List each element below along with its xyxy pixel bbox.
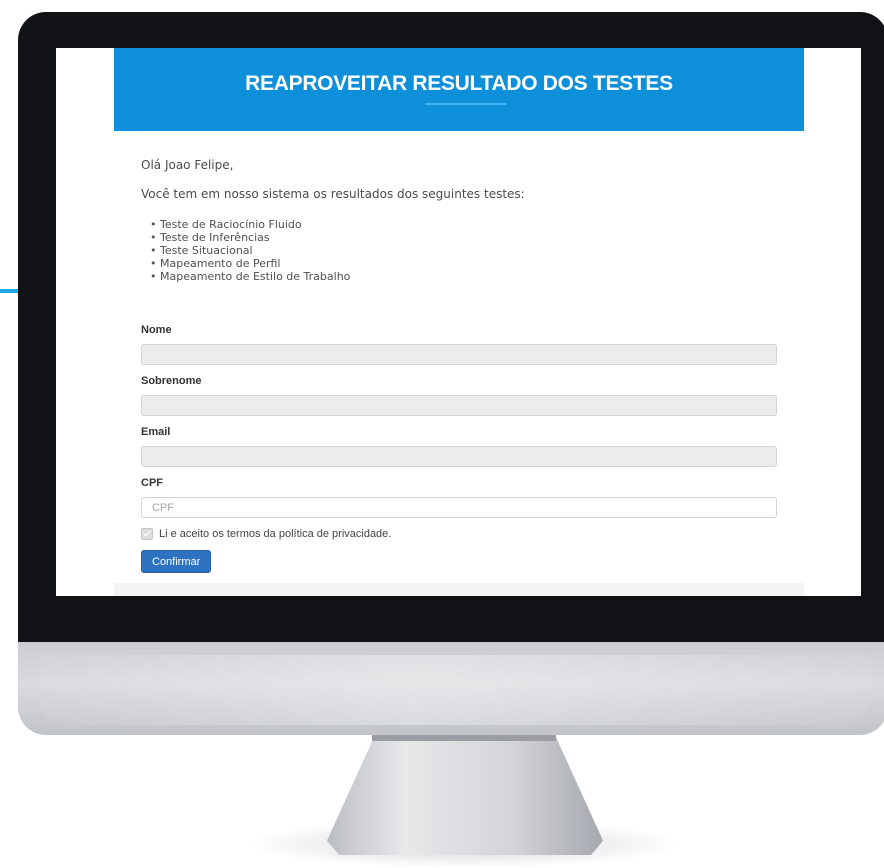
- cpf-field[interactable]: [141, 497, 777, 518]
- list-item: Teste Situacional: [150, 244, 781, 257]
- email-label: Email: [141, 426, 171, 438]
- intro-text: Você tem em nosso sistema os resultados …: [141, 187, 525, 201]
- name-label: Nome: [141, 324, 172, 336]
- monitor-chin-shine: [40, 655, 870, 725]
- greeting-text: Olá Joao Felipe,: [141, 158, 234, 172]
- surname-label: Sobrenome: [141, 375, 202, 387]
- confirm-button[interactable]: Confirmar: [141, 550, 212, 573]
- consent-label: Li e aceito os termos da política de pri…: [159, 528, 392, 540]
- consent-row[interactable]: Li e aceito os termos da política de pri…: [141, 527, 777, 541]
- consent-checkbox[interactable]: [141, 528, 153, 540]
- cpf-label: CPF: [141, 477, 163, 489]
- title-underline: [425, 103, 507, 105]
- email-field[interactable]: [141, 446, 777, 467]
- reuse-form: Nome Sobrenome Email CPF Li e aceito os …: [141, 324, 777, 573]
- name-field[interactable]: [141, 344, 777, 365]
- surname-field[interactable]: [141, 395, 777, 416]
- list-item: Mapeamento de Perfil: [150, 257, 781, 270]
- monitor-screen: REAPROVEITAR RESULTADO DOS TESTES Olá Jo…: [56, 48, 861, 596]
- tests-list: Teste de Raciocínio Fluido Teste de Infe…: [141, 218, 781, 283]
- monitor-stand: [327, 735, 603, 855]
- header-banner: REAPROVEITAR RESULTADO DOS TESTES: [114, 48, 804, 131]
- list-item: Mapeamento de Estilo de Trabalho: [150, 270, 781, 283]
- message-body: Olá Joao Felipe, Você tem em nosso siste…: [141, 158, 781, 283]
- list-item: Teste de Inferências: [150, 231, 781, 244]
- footer-strip: [114, 583, 804, 596]
- email-page: REAPROVEITAR RESULTADO DOS TESTES Olá Jo…: [114, 48, 804, 596]
- page-title: REAPROVEITAR RESULTADO DOS TESTES: [245, 72, 673, 95]
- list-item: Teste de Raciocínio Fluido: [150, 218, 781, 231]
